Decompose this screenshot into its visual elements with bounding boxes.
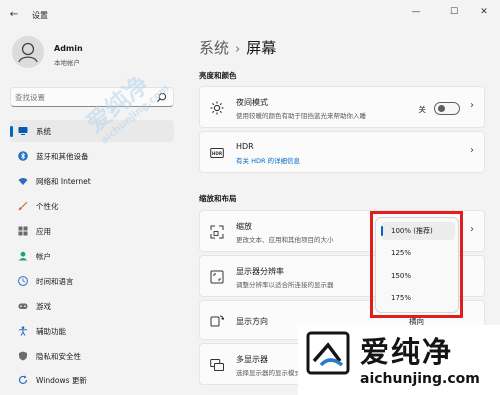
- sidebar-item-network[interactable]: 网络和 Internet: [10, 170, 174, 192]
- sidebar-item-label: 个性化: [36, 202, 59, 211]
- multi-display-icon: [210, 359, 224, 371]
- gamepad-icon: [18, 303, 28, 309]
- user-avatar-icon[interactable]: [12, 36, 44, 68]
- brush-icon: [18, 201, 28, 211]
- sidebar-item-gaming[interactable]: 游戏: [10, 295, 174, 317]
- hdr-title: HDR: [236, 142, 254, 151]
- sidebar-item-label: 蓝牙和其他设备: [36, 152, 89, 161]
- chevron-right-icon: ›: [470, 224, 474, 235]
- sidebar-item-accounts[interactable]: 帐户: [10, 245, 174, 267]
- brand-name: 爱纯净: [360, 335, 454, 369]
- breadcrumb-separator: ›: [235, 42, 241, 57]
- sidebar-item-system[interactable]: 系统: [10, 120, 174, 142]
- profile-name: Admin: [54, 44, 83, 53]
- resolution-desc: 调整分辨率以适合所连接的显示器: [236, 281, 334, 289]
- breadcrumb: 系统 › 屏幕: [199, 37, 276, 58]
- orientation-icon: [210, 315, 224, 327]
- highlight-frame: [370, 211, 463, 318]
- accessibility-icon: [19, 326, 27, 336]
- section-title-brightness: 亮度和颜色: [199, 71, 237, 80]
- sidebar-item-privacy[interactable]: 隐私和安全性: [10, 345, 174, 367]
- system-icon: [18, 127, 28, 135]
- back-arrow-icon[interactable]: ←: [8, 9, 20, 21]
- search-icon[interactable]: [156, 92, 167, 103]
- scale-desc: 更改文本、应用和其他项目的大小: [236, 236, 334, 244]
- update-icon: [18, 375, 28, 384]
- globe-clock-icon: [18, 276, 28, 286]
- chevron-right-icon: ›: [470, 100, 474, 111]
- brightness-icon: [210, 101, 224, 115]
- sidebar-item-label: 系统: [36, 127, 51, 136]
- night-light-desc: 使用较暖的颜色有助于阻挡蓝光来帮助你入睡: [236, 112, 366, 120]
- resolution-icon: [210, 270, 224, 284]
- search-input[interactable]: [15, 91, 145, 104]
- sidebar-item-label: 隐私和安全性: [36, 352, 81, 361]
- apps-icon: [18, 226, 28, 236]
- account-icon: [18, 251, 28, 261]
- scale-icon: [210, 225, 224, 239]
- profile-account-type: 本地帐户: [54, 59, 80, 67]
- breadcrumb-parent[interactable]: 系统: [199, 39, 229, 57]
- close-icon[interactable]: ✕: [474, 5, 494, 19]
- hdr-card[interactable]: HDR HDR 有关 HDR 的详细信息 ›: [199, 131, 485, 173]
- sidebar-item-accessibility[interactable]: 辅助功能: [10, 320, 174, 342]
- section-title-scale-layout: 缩放和布局: [199, 194, 237, 203]
- sidebar-item-windows-update[interactable]: Windows 更新: [10, 369, 174, 391]
- orientation-title: 显示方向: [236, 317, 268, 326]
- brand-watermark: 爱纯净 aichunjing.com: [298, 325, 500, 395]
- night-light-card[interactable]: 夜间模式 使用较暖的颜色有助于阻挡蓝光来帮助你入睡 关 ›: [199, 86, 485, 128]
- sidebar-item-label: 辅助功能: [36, 327, 66, 336]
- chevron-right-icon: ›: [470, 145, 474, 156]
- sidebar-item-apps[interactable]: 应用: [10, 220, 174, 242]
- shield-icon: [19, 351, 27, 361]
- night-light-toggle[interactable]: [434, 102, 460, 115]
- sidebar-item-label: 帐户: [36, 252, 51, 261]
- title-bar: ← 设置 — ☐ ✕: [0, 0, 500, 28]
- sidebar-item-label: Windows 更新: [36, 376, 87, 385]
- active-indicator: [10, 126, 13, 137]
- wifi-icon: [18, 178, 28, 185]
- night-light-title: 夜间模式: [236, 98, 268, 107]
- hdr-icon: HDR: [210, 148, 224, 158]
- sidebar-item-label: 时间和语言: [36, 277, 74, 286]
- toggle-knob: [438, 105, 445, 112]
- sidebar-item-label: 应用: [36, 227, 51, 236]
- bluetooth-icon: [18, 151, 28, 161]
- svg-text:HDR: HDR: [212, 151, 223, 156]
- sidebar-item-time-language[interactable]: 时间和语言: [10, 270, 174, 292]
- app-title: 设置: [32, 11, 48, 20]
- brand-logo-icon: [306, 331, 350, 375]
- sidebar-item-bluetooth[interactable]: 蓝牙和其他设备: [10, 145, 174, 167]
- resolution-title: 显示器分辨率: [236, 267, 284, 276]
- search-field[interactable]: [10, 87, 174, 107]
- sidebar-item-label: 网络和 Internet: [36, 177, 91, 186]
- multi-display-desc: 选择显示器的显示模式: [236, 369, 301, 377]
- night-light-toggle-label: 关: [418, 105, 427, 114]
- minimize-icon[interactable]: —: [406, 5, 426, 19]
- sidebar-item-personalization[interactable]: 个性化: [10, 195, 174, 217]
- brand-url: aichunjing.com: [360, 371, 480, 387]
- sidebar-item-label: 游戏: [36, 302, 51, 311]
- hdr-info-link[interactable]: 有关 HDR 的详细信息: [236, 155, 300, 165]
- page-title: 屏幕: [246, 39, 277, 57]
- maximize-icon[interactable]: ☐: [444, 5, 464, 19]
- multi-display-title: 多显示器: [236, 355, 268, 364]
- scale-title: 缩放: [236, 222, 252, 231]
